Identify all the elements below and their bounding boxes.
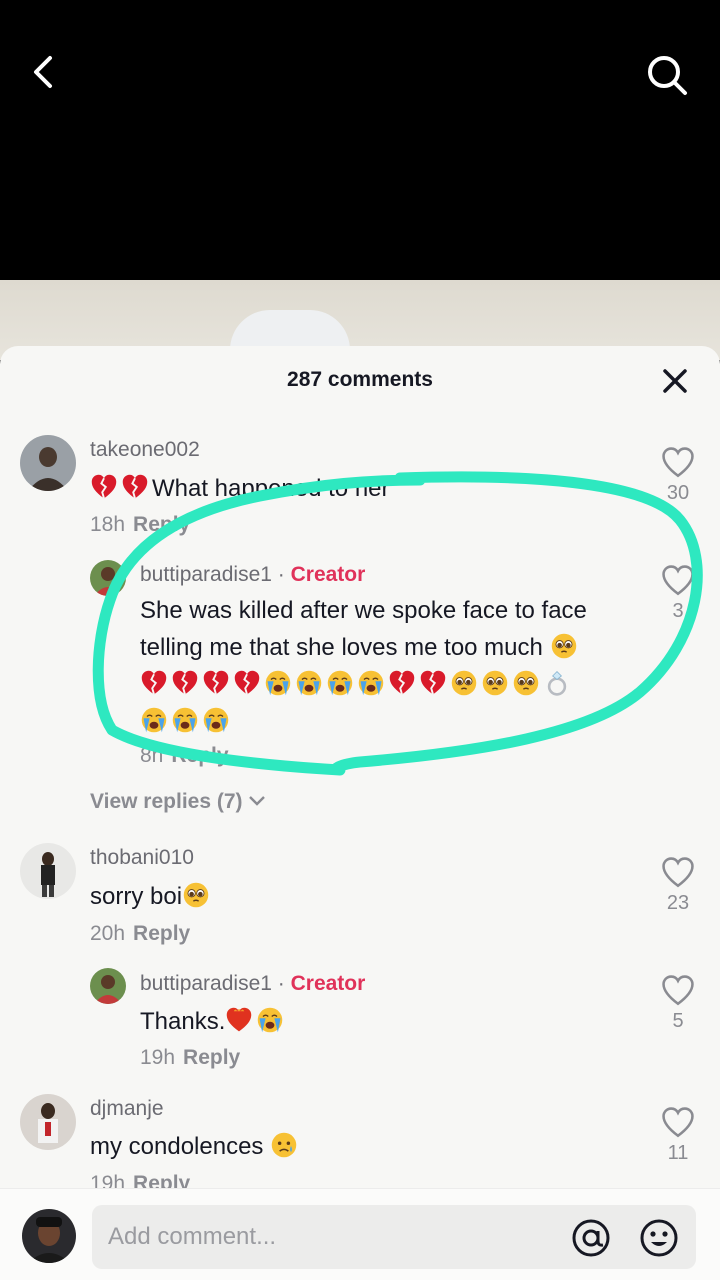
reply-button[interactable]: Reply xyxy=(133,922,190,945)
comment-text-line: She was killed after we spoke face to fa… xyxy=(140,597,587,624)
comment-time: 8h xyxy=(140,744,164,767)
comment-meta: 8h Reply xyxy=(140,744,229,768)
comment-text-content: sorry boi xyxy=(90,883,183,910)
loudly-crying-emoji xyxy=(357,669,385,697)
sheet-header: 287 comments xyxy=(0,346,720,416)
loudly-crying-emoji xyxy=(202,706,230,734)
like-button[interactable]: 3 xyxy=(658,564,698,623)
comment-text: Thanks. xyxy=(140,1003,640,1040)
comment-username[interactable]: takeone002 xyxy=(90,438,200,462)
pleading-emoji xyxy=(512,669,540,697)
broken-heart-emoji xyxy=(419,669,447,697)
like-count: 5 xyxy=(672,1010,684,1032)
reply-button[interactable]: Reply xyxy=(171,744,228,767)
emoji-row xyxy=(140,703,640,740)
sad-sweat-emoji xyxy=(270,1131,298,1159)
comment-compose-bar xyxy=(0,1188,720,1280)
back-button[interactable] xyxy=(22,50,66,94)
broken-heart-emoji xyxy=(202,669,230,697)
comment-count: 287 comments xyxy=(287,368,433,391)
avatar[interactable] xyxy=(20,1094,76,1150)
loudly-crying-emoji xyxy=(256,1006,284,1034)
loudly-crying-emoji xyxy=(295,669,323,697)
close-button[interactable] xyxy=(660,366,690,396)
pleading-emoji xyxy=(481,669,509,697)
smiley-icon xyxy=(640,1219,678,1257)
heart-outline-icon xyxy=(661,446,695,480)
creator-badge: Creator xyxy=(290,972,366,995)
view-replies-label: View replies (7) xyxy=(90,790,243,813)
comment-meta: 18h Reply xyxy=(90,513,190,537)
comment-username-line: buttiparadise1 · Creator xyxy=(140,972,366,995)
avatar[interactable] xyxy=(90,560,126,596)
like-count: 30 xyxy=(666,482,690,504)
emoji-picker-button[interactable] xyxy=(638,1217,680,1259)
emoji-row xyxy=(140,666,640,703)
comment-text-content: Thanks. xyxy=(140,1008,226,1035)
broken-heart-emoji xyxy=(140,669,168,697)
comment-text-line2: telling me that she loves me too much xyxy=(140,629,640,666)
comment-text: She was killed after we spoke face to fa… xyxy=(140,592,640,740)
broken-heart-emoji xyxy=(90,473,118,501)
broken-heart-emoji xyxy=(388,669,416,697)
like-count: 23 xyxy=(666,892,690,914)
creator-badge: Creator xyxy=(290,563,366,586)
search-icon xyxy=(648,56,687,95)
comment-username[interactable]: buttiparadise1 xyxy=(140,972,272,995)
avatar[interactable] xyxy=(90,968,126,1004)
comment-text: sorry boi xyxy=(90,878,630,915)
loudly-crying-emoji xyxy=(140,706,168,734)
like-button[interactable]: 11 xyxy=(658,1106,698,1165)
like-button[interactable]: 5 xyxy=(658,974,698,1033)
comment-time: 19h xyxy=(140,1046,176,1069)
reply-button[interactable]: Reply xyxy=(183,1046,240,1069)
comment-meta: 20h Reply xyxy=(90,922,190,946)
heart-outline-icon xyxy=(661,974,695,1008)
comment-time: 20h xyxy=(90,922,126,945)
heart-on-fire-emoji xyxy=(225,1006,253,1034)
ring-emoji xyxy=(543,669,571,697)
comment-username[interactable]: thobani010 xyxy=(90,846,194,870)
close-icon xyxy=(663,369,687,393)
chevron-down-icon xyxy=(249,796,266,806)
pleading-emoji xyxy=(450,669,478,697)
current-user-avatar xyxy=(22,1209,76,1263)
search-button[interactable] xyxy=(642,50,692,100)
like-count: 11 xyxy=(667,1142,689,1164)
pleading-emoji xyxy=(182,881,210,909)
comment-text-content: What happened to her xyxy=(152,475,390,502)
comment-meta: 19h Reply xyxy=(140,1046,240,1070)
pleading-emoji xyxy=(550,632,578,660)
broken-heart-emoji xyxy=(171,669,199,697)
heart-outline-icon xyxy=(661,856,695,890)
heart-outline-icon xyxy=(661,564,695,598)
chevron-left-icon xyxy=(34,56,52,88)
loudly-crying-emoji xyxy=(264,669,292,697)
comment-text: my condolences xyxy=(90,1128,630,1165)
mention-button[interactable] xyxy=(570,1217,612,1259)
like-button[interactable]: 23 xyxy=(658,856,698,915)
avatar[interactable] xyxy=(20,435,76,491)
comment-username[interactable]: buttiparadise1 xyxy=(140,563,272,586)
loudly-crying-emoji xyxy=(171,706,199,734)
comment-username-line: buttiparadise1 · Creator xyxy=(140,563,366,586)
like-button[interactable]: 30 xyxy=(658,446,698,505)
broken-heart-emoji xyxy=(233,669,261,697)
reply-button[interactable]: Reply xyxy=(133,513,190,536)
loudly-crying-emoji xyxy=(326,669,354,697)
comment-text-content: my condolences xyxy=(90,1133,264,1160)
comment-text: What happened to her xyxy=(90,470,630,507)
view-replies-button[interactable]: View replies (7) xyxy=(90,790,266,814)
video-top-area xyxy=(0,0,720,280)
comment-time: 18h xyxy=(90,513,126,536)
heart-outline-icon xyxy=(661,1106,695,1140)
broken-heart-emoji xyxy=(121,473,149,501)
avatar[interactable] xyxy=(20,843,76,899)
like-count: 3 xyxy=(672,600,684,622)
comment-username[interactable]: djmanje xyxy=(90,1097,164,1121)
at-sign-icon xyxy=(572,1219,610,1257)
